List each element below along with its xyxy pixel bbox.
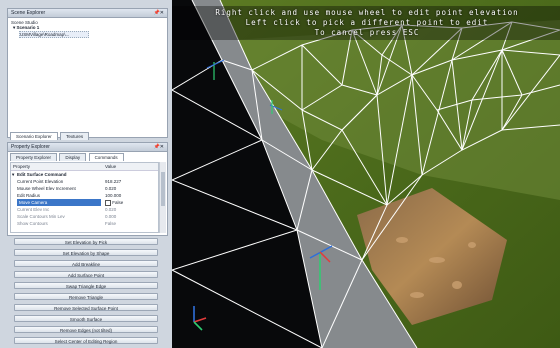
value-checkbox[interactable]: False	[105, 199, 123, 206]
add-surface-point-button[interactable]: Add Surface Point	[14, 271, 158, 278]
scene-explorer-panel: Scene Explorer 📌✕ Scene Studio ▾ Scenari…	[7, 8, 168, 138]
grid-header: Property Value	[11, 163, 158, 171]
grid-row-selected[interactable]: Move Camera False	[11, 199, 158, 206]
grid-row[interactable]: Scale Contours Min Lev 0.000	[11, 213, 158, 220]
instruction-line: To cancel press ESC	[314, 28, 420, 37]
expand-icon[interactable]: ▾	[13, 25, 15, 30]
property-explorer-title: Property Explorer 📌✕	[8, 143, 167, 152]
tab-display[interactable]: Display	[59, 153, 87, 161]
scene-explorer-title: Scene Explorer 📌✕	[8, 9, 167, 18]
smooth-surface-button[interactable]: Smooth Surface	[14, 315, 158, 322]
add-breakline-button[interactable]: Add Breakline	[14, 260, 158, 267]
terrain-render[interactable]	[172, 0, 560, 348]
tab-property-explorer[interactable]: Property Explorer	[10, 153, 58, 161]
scene-tabs: Scenario Explorer Textures	[10, 132, 172, 140]
instruction-line: Left click to pick a different point to …	[245, 18, 489, 27]
grid-row[interactable]: Show Contours False	[11, 220, 158, 227]
select-center-of-editing-region-button[interactable]: Select Center of Editing Region	[14, 337, 158, 344]
tab-scenario-explorer[interactable]: Scenario Explorer	[10, 132, 58, 140]
remove-edges-button[interactable]: Remove Edges (not tilted)	[14, 326, 158, 333]
grid-row[interactable]: Current Elev Inc 0.020	[11, 206, 158, 213]
tab-commands[interactable]: Commands	[88, 153, 124, 161]
scene-tree: Scene Studio ▾ Scenario 1 USMVillage\Roa…	[11, 20, 164, 38]
column-value: Value	[105, 164, 117, 169]
scrollbar-thumb[interactable]	[161, 172, 165, 206]
property-grid: Property Value ▾ Edit Surface Command Cu…	[10, 162, 159, 233]
property-tabs: Property Explorer Display Commands	[10, 153, 167, 161]
tab-textures[interactable]: Textures	[60, 132, 90, 140]
tree-item-child[interactable]: USMVillage\Roadmap\...	[19, 31, 89, 38]
set-elevation-by-shape-button[interactable]: Set Elevation by Shape	[14, 249, 158, 256]
instruction-overlay: Right click and use mouse wheel to edit …	[172, 6, 560, 40]
scrollbar[interactable]	[159, 162, 166, 233]
pin-icon[interactable]: 📌✕	[154, 9, 164, 18]
checkbox-icon[interactable]	[105, 199, 111, 206]
set-elevation-by-pick-button[interactable]: Set Elevation by Pick	[14, 238, 158, 245]
grid-section[interactable]: ▾ Edit Surface Command	[11, 171, 158, 178]
instruction-line: Right click and use mouse wheel to edit …	[215, 8, 519, 17]
collapse-icon[interactable]: ▾	[12, 171, 14, 178]
pin-icon[interactable]: 📌✕	[154, 143, 164, 152]
column-property: Property	[13, 164, 31, 169]
grid-row[interactable]: Edit Radius 100.000	[11, 192, 158, 199]
swap-triangle-edge-button[interactable]: Swap Triangle Edge	[14, 282, 158, 289]
grid-row[interactable]: Mouse Wheel Elev Increment 0.020	[11, 185, 158, 192]
3d-viewport[interactable]: Right click and use mouse wheel to edit …	[172, 0, 560, 348]
grid-row[interactable]: Current Point Elevation 918.227	[11, 178, 158, 185]
left-dock: Scene Explorer 📌✕ Scene Studio ▾ Scenari…	[0, 0, 173, 348]
remove-triangle-button[interactable]: Remove Triangle	[14, 293, 158, 300]
property-explorer-panel: Property Explorer 📌✕ Property Explorer D…	[7, 142, 168, 236]
remove-selected-surface-point-button[interactable]: Remove Selected Surface Point	[14, 304, 158, 311]
